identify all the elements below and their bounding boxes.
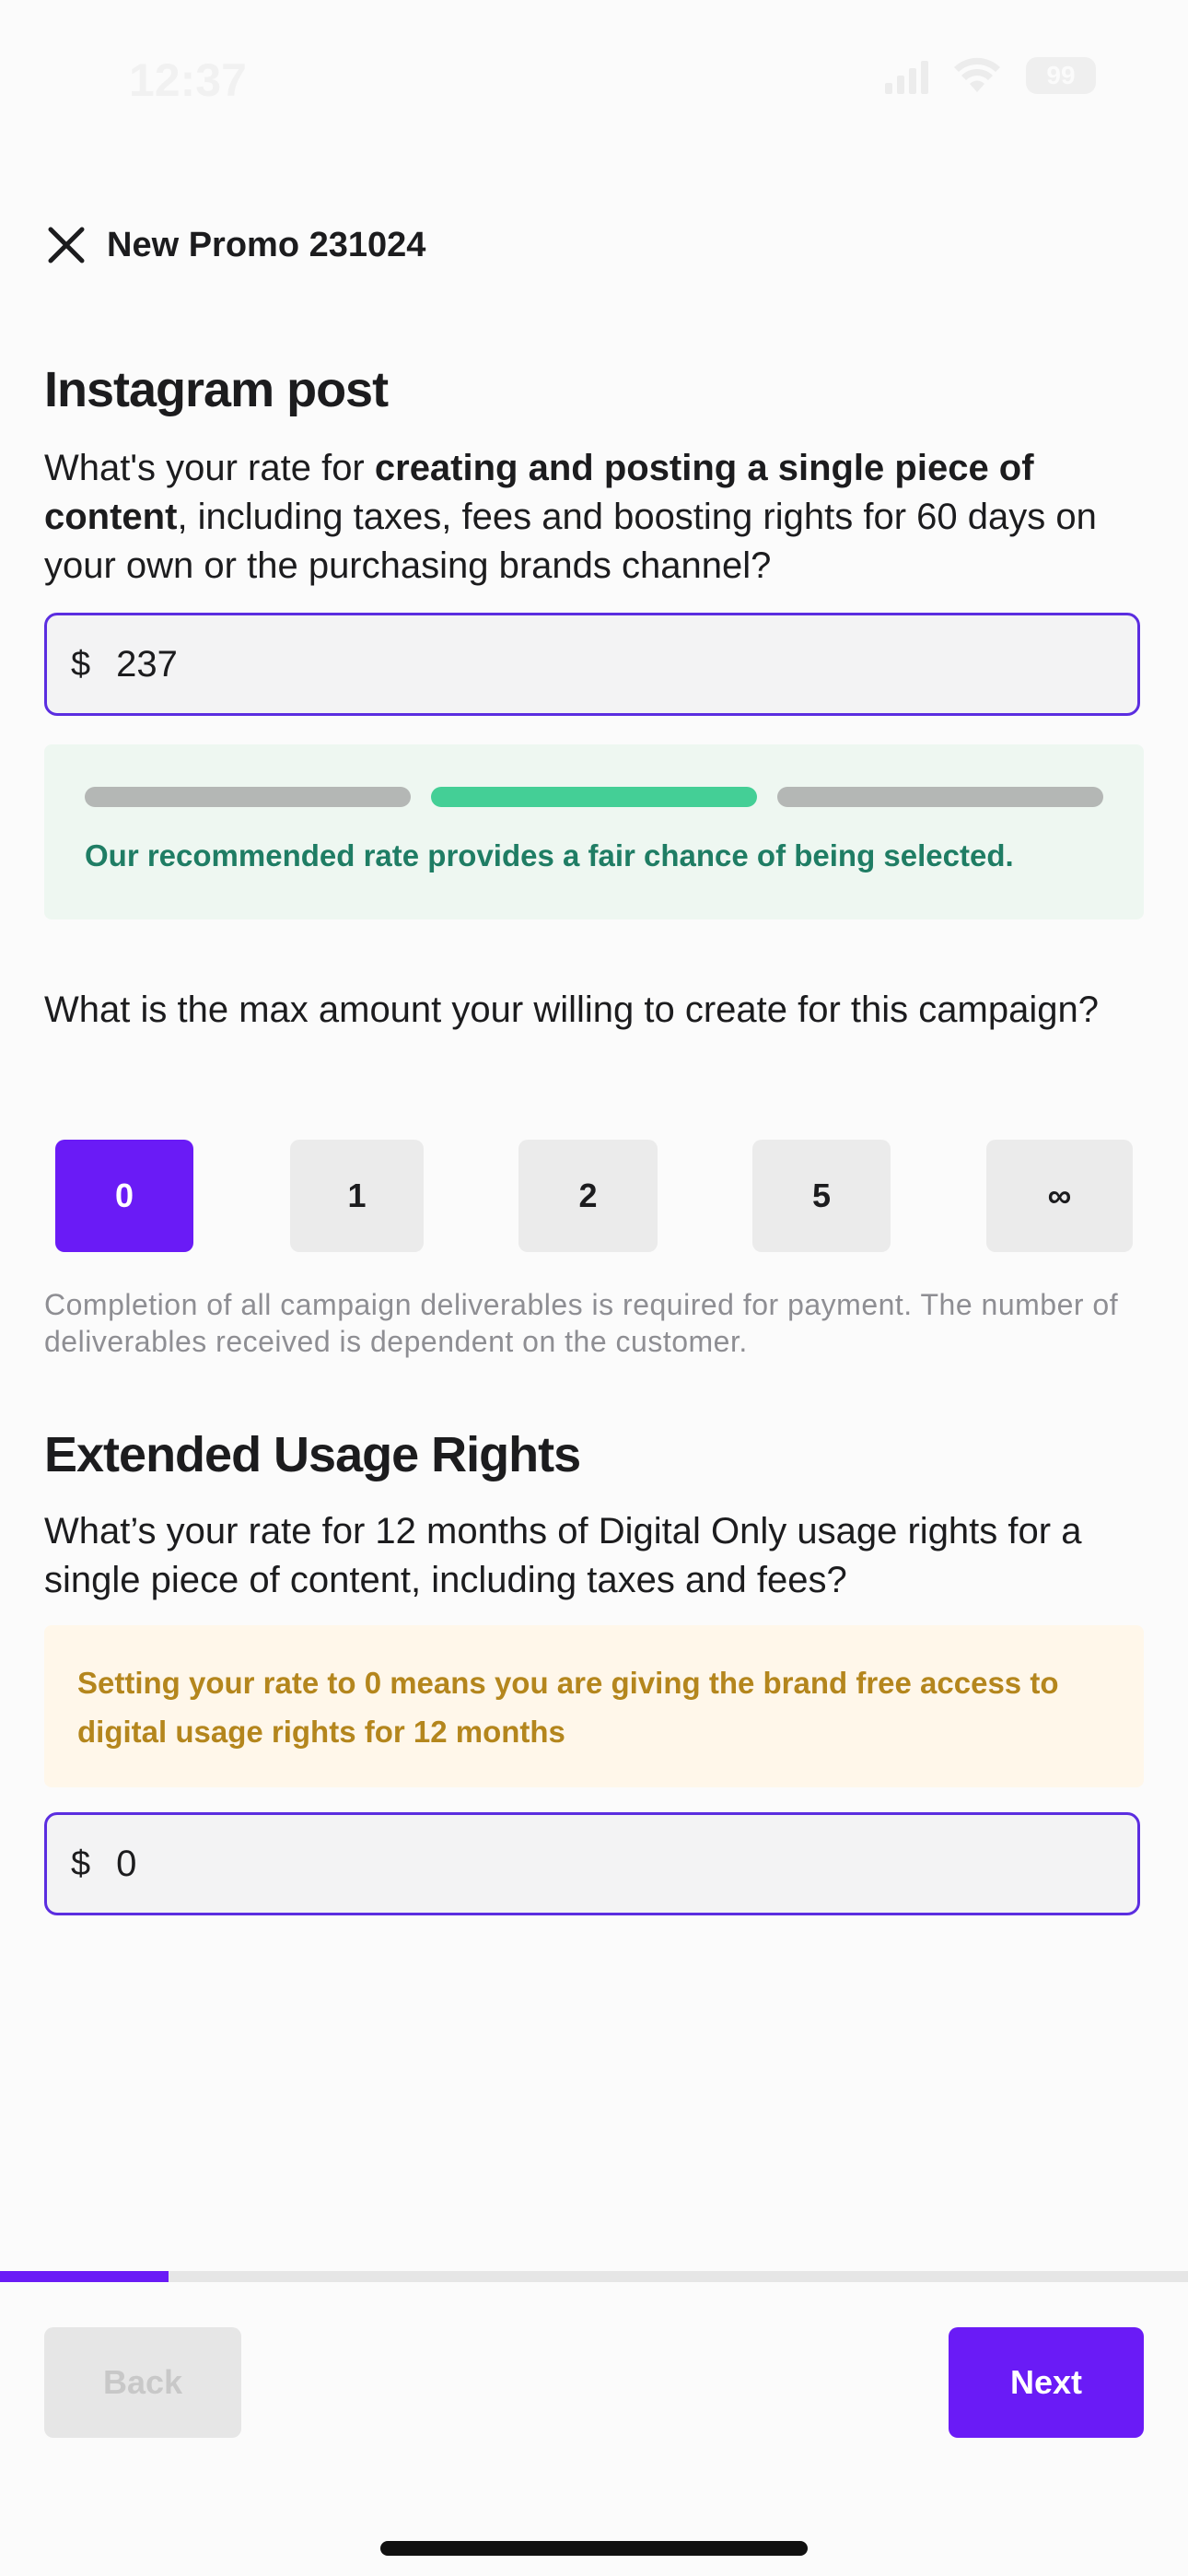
wifi-icon <box>952 57 1002 94</box>
currency-symbol: $ <box>71 644 91 684</box>
max-amount-options: 0 1 2 5 ∞ <box>0 1140 1188 1254</box>
max-option-unlimited[interactable]: ∞ <box>986 1140 1133 1252</box>
rate-recommendation-panel: Our recommended rate provides a fair cha… <box>44 744 1144 919</box>
battery-icon: 99 <box>1026 57 1096 94</box>
status-bar: 12:37 99 <box>0 0 1188 157</box>
status-icons: 99 <box>885 57 1096 94</box>
usage-rights-question: What’s your rate for 12 months of Digita… <box>44 1511 1082 1600</box>
usage-rights-notice: Setting your rate to 0 means you are giv… <box>44 1625 1144 1787</box>
deliverables-disclaimer: Completion of all campaign deliverables … <box>44 1288 1119 1358</box>
meter-segment-high <box>777 787 1103 807</box>
max-option-1[interactable]: 1 <box>290 1140 424 1252</box>
next-button[interactable]: Next <box>949 2327 1144 2438</box>
page-title: New Promo 231024 <box>107 225 426 264</box>
close-button[interactable] <box>33 212 99 278</box>
meter-segment-low <box>85 787 411 807</box>
rate-meter <box>85 787 1103 807</box>
cellular-signal-icon <box>885 57 928 94</box>
step-progress-bar <box>0 2271 1188 2282</box>
usage-rights-rate-input[interactable] <box>114 1842 948 1886</box>
currency-symbol: $ <box>71 1844 91 1883</box>
header: New Promo 231024 <box>44 212 425 278</box>
max-option-0[interactable]: 0 <box>55 1140 193 1252</box>
max-option-5[interactable]: 5 <box>752 1140 891 1252</box>
usage-rights-title: Extended Usage Rights <box>44 1427 581 1482</box>
instagram-rate-input[interactable] <box>114 642 948 686</box>
close-icon <box>48 227 85 263</box>
home-indicator <box>380 2541 808 2556</box>
back-button[interactable]: Back <box>44 2327 241 2438</box>
meter-segment-recommended <box>431 787 757 807</box>
instagram-rate-field[interactable]: $ <box>44 613 1140 716</box>
usage-rights-rate-field[interactable]: $ <box>44 1812 1140 1915</box>
recommendation-message: Our recommended rate provides a fair cha… <box>85 838 1014 872</box>
instagram-rate-question: What's your rate for creating and postin… <box>44 448 1097 586</box>
status-time: 12:37 <box>129 54 247 106</box>
usage-rights-notice-text: Setting your rate to 0 means you are giv… <box>77 1666 1059 1749</box>
instagram-section-title: Instagram post <box>44 362 389 417</box>
max-option-2[interactable]: 2 <box>518 1140 658 1252</box>
step-progress-fill <box>0 2271 169 2282</box>
max-amount-question: What is the max amount your willing to c… <box>44 989 1099 1030</box>
